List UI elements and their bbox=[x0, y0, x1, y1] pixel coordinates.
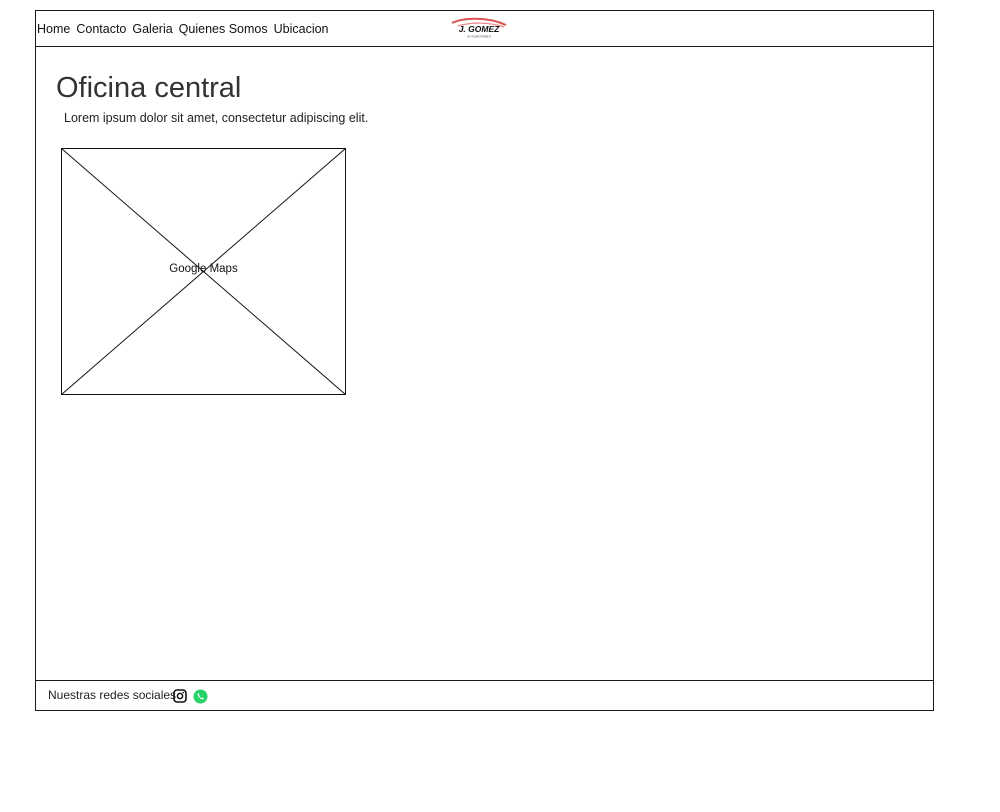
logo-graphic: J. GOMEZ AUTOMOTORES bbox=[451, 17, 507, 39]
social-label: Nuestras redes sociales bbox=[48, 688, 177, 702]
map-label: Google Maps bbox=[169, 263, 238, 275]
svg-text:J. GOMEZ: J. GOMEZ bbox=[459, 24, 500, 34]
page-frame: Home Contacto Galeria Quienes Somos Ubic… bbox=[35, 10, 934, 711]
footer: Nuestras redes sociales bbox=[36, 680, 933, 710]
nav-quienes-somos[interactable]: Quienes Somos bbox=[179, 22, 268, 36]
top-navbar: Home Contacto Galeria Quienes Somos Ubic… bbox=[36, 11, 933, 47]
google-maps-placeholder[interactable]: Google Maps bbox=[61, 148, 346, 395]
nav-ubicacion[interactable]: Ubicacion bbox=[274, 22, 329, 36]
svg-text:AUTOMOTORES: AUTOMOTORES bbox=[467, 35, 490, 39]
instagram-icon[interactable] bbox=[173, 689, 187, 703]
whatsapp-icon[interactable] bbox=[193, 689, 208, 704]
nav-contacto[interactable]: Contacto bbox=[76, 22, 126, 36]
nav-home[interactable]: Home bbox=[37, 22, 70, 36]
brand-logo[interactable]: J. GOMEZ AUTOMOTORES bbox=[448, 17, 510, 41]
page-title: Oficina central bbox=[56, 72, 242, 104]
page-description: Lorem ipsum dolor sit amet, consectetur … bbox=[64, 111, 369, 125]
main-nav: Home Contacto Galeria Quienes Somos Ubic… bbox=[37, 11, 335, 46]
nav-galeria[interactable]: Galeria bbox=[132, 22, 172, 36]
